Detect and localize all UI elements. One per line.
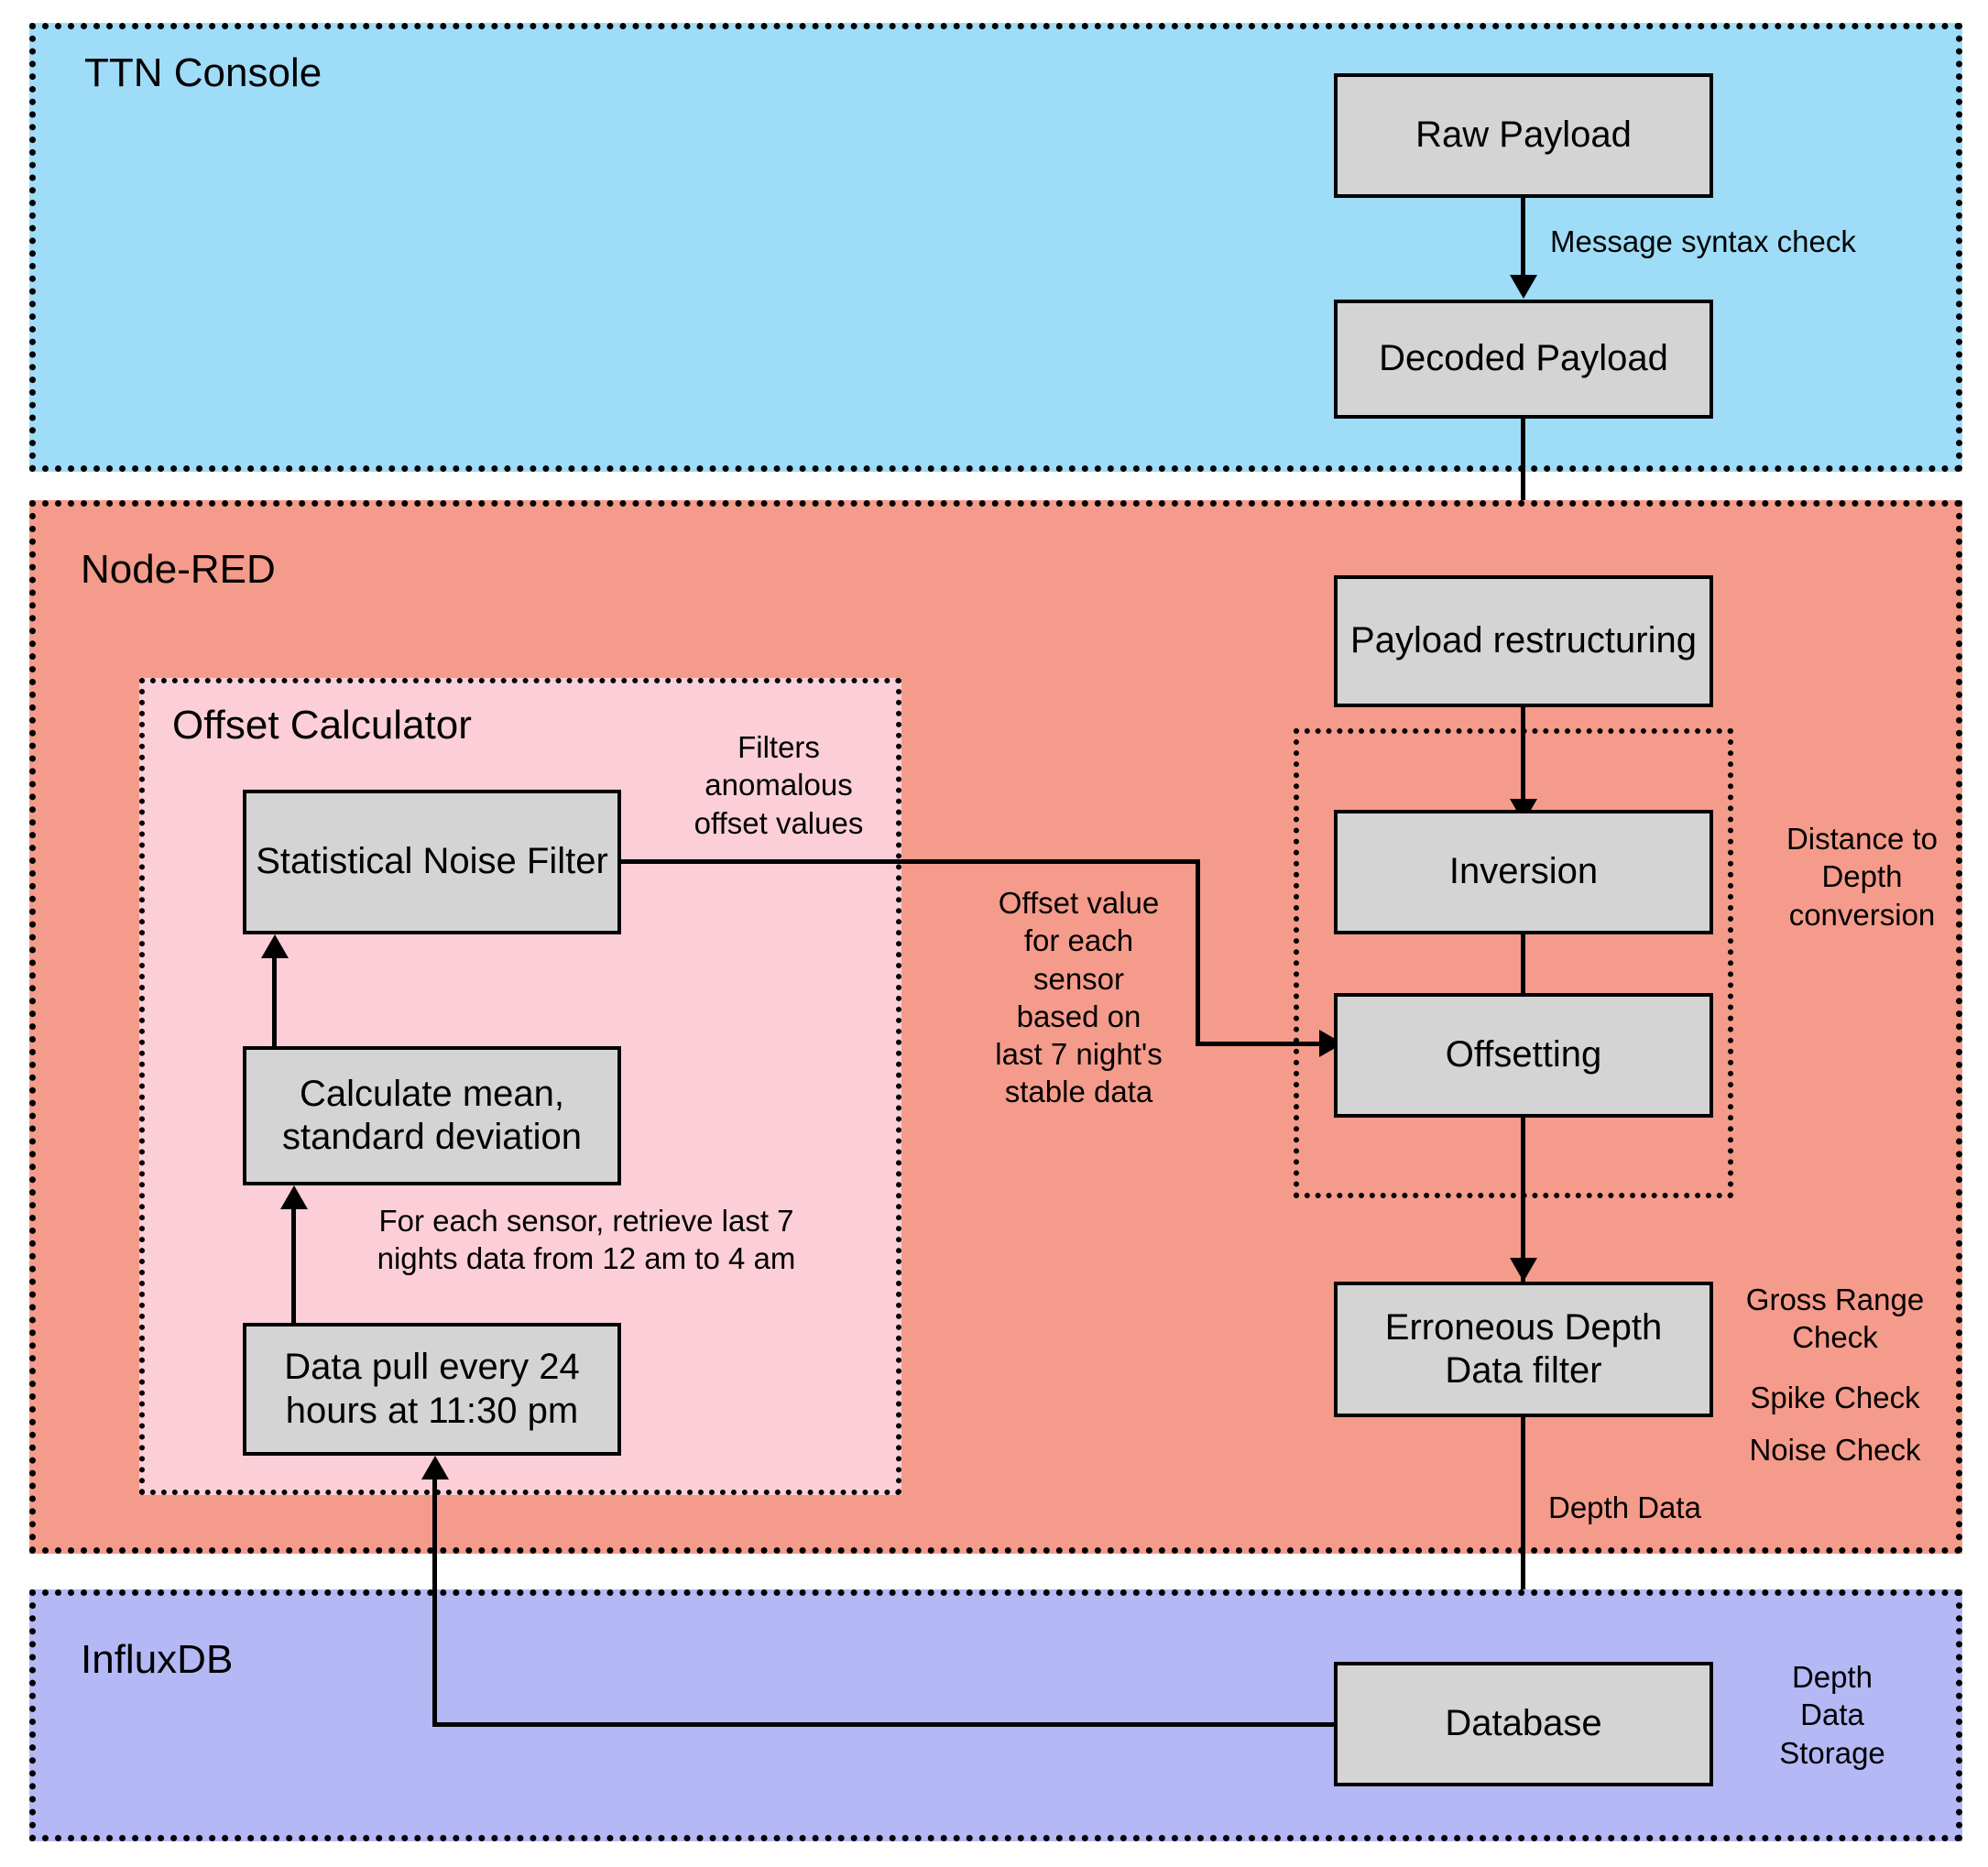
node-erroneous-depth-data-filter-label: Erroneous Depth Data filter [1384, 1306, 1663, 1391]
node-calculate-mean-std[interactable]: Calculate mean, standard deviation [243, 1046, 621, 1185]
node-erroneous-depth-data-filter[interactable]: Erroneous Depth Data filter [1334, 1282, 1713, 1417]
node-raw-payload[interactable]: Raw Payload [1334, 73, 1713, 198]
node-database-label: Database [1445, 1703, 1602, 1744]
node-inversion-label: Inversion [1448, 851, 1599, 892]
node-raw-payload-label: Raw Payload [1415, 115, 1632, 156]
node-data-pull[interactable]: Data pull every 24 hours at 11:30 pm [243, 1323, 621, 1456]
group-distance-to-depth-label: Distance to Depth conversion [1786, 822, 1939, 932]
annotation-retrieve-last-7-nights: For each sensor, retrieve last 7 nights … [377, 1204, 796, 1276]
node-database[interactable]: Database [1334, 1662, 1713, 1786]
annotation-offset-value-description: Offset value for each sensor based on la… [995, 886, 1163, 1109]
arrowhead-raw-to-decoded [1510, 275, 1537, 299]
node-offsetting-label: Offsetting [1445, 1034, 1602, 1075]
node-statistical-noise-filter[interactable]: Statistical Noise Filter [243, 790, 621, 934]
connector-snf-to-offsetting-v [1196, 859, 1200, 1046]
connector-snf-to-offsetting-h1 [621, 859, 1200, 864]
connector-database-to-datapull-h [432, 1722, 1336, 1727]
node-data-pull-label: Data pull every 24 hours at 11:30 pm [284, 1347, 580, 1431]
annotation-filters-anomalous-offset-values: Filters anomalous offset values [694, 730, 864, 840]
group-offset-calculator-label: Offset Calculator [172, 703, 472, 748]
annotation-message-syntax-check: Message syntax check [1550, 224, 1856, 258]
arrowhead-mean-to-snf [261, 934, 289, 958]
lane-node-red-label: Node-RED [81, 547, 276, 592]
connector-datapull-to-mean [291, 1191, 296, 1325]
arrowhead-datapull-to-mean [280, 1185, 308, 1209]
node-statistical-noise-filter-label: Statistical Noise Filter [256, 841, 608, 882]
diagram-canvas: TTN Console Raw Payload Message syntax c… [0, 0, 1988, 1867]
arrowhead-offsetting-to-filter [1510, 1258, 1537, 1282]
connector-raw-to-decoded [1521, 198, 1525, 282]
node-payload-restructuring-label: Payload restructuring [1350, 620, 1697, 661]
node-payload-restructuring[interactable]: Payload restructuring [1334, 575, 1713, 707]
node-decoded-payload-label: Decoded Payload [1379, 338, 1668, 379]
annotation-depth-data-storage: Depth Data Storage [1779, 1660, 1885, 1770]
node-inversion[interactable]: Inversion [1334, 810, 1713, 934]
annotation-spike-check: Spike Check [1750, 1381, 1920, 1414]
connector-database-to-datapull-v [432, 1461, 437, 1727]
group-distance-to-depth [1294, 728, 1733, 1198]
node-decoded-payload[interactable]: Decoded Payload [1334, 300, 1713, 419]
connector-inversion-to-offsetting [1521, 934, 1525, 1002]
node-offsetting[interactable]: Offsetting [1334, 993, 1713, 1118]
lane-influxdb-label: InfluxDB [81, 1637, 234, 1682]
annotation-depth-data: Depth Data [1548, 1490, 1701, 1524]
annotation-gross-range-check: Gross Range Check [1745, 1283, 1925, 1355]
lane-ttn-console-label: TTN Console [84, 50, 322, 95]
node-calculate-mean-std-label: Calculate mean, standard deviation [282, 1073, 582, 1157]
annotation-noise-check: Noise Check [1749, 1433, 1921, 1467]
arrowhead-database-to-datapull [421, 1456, 449, 1479]
